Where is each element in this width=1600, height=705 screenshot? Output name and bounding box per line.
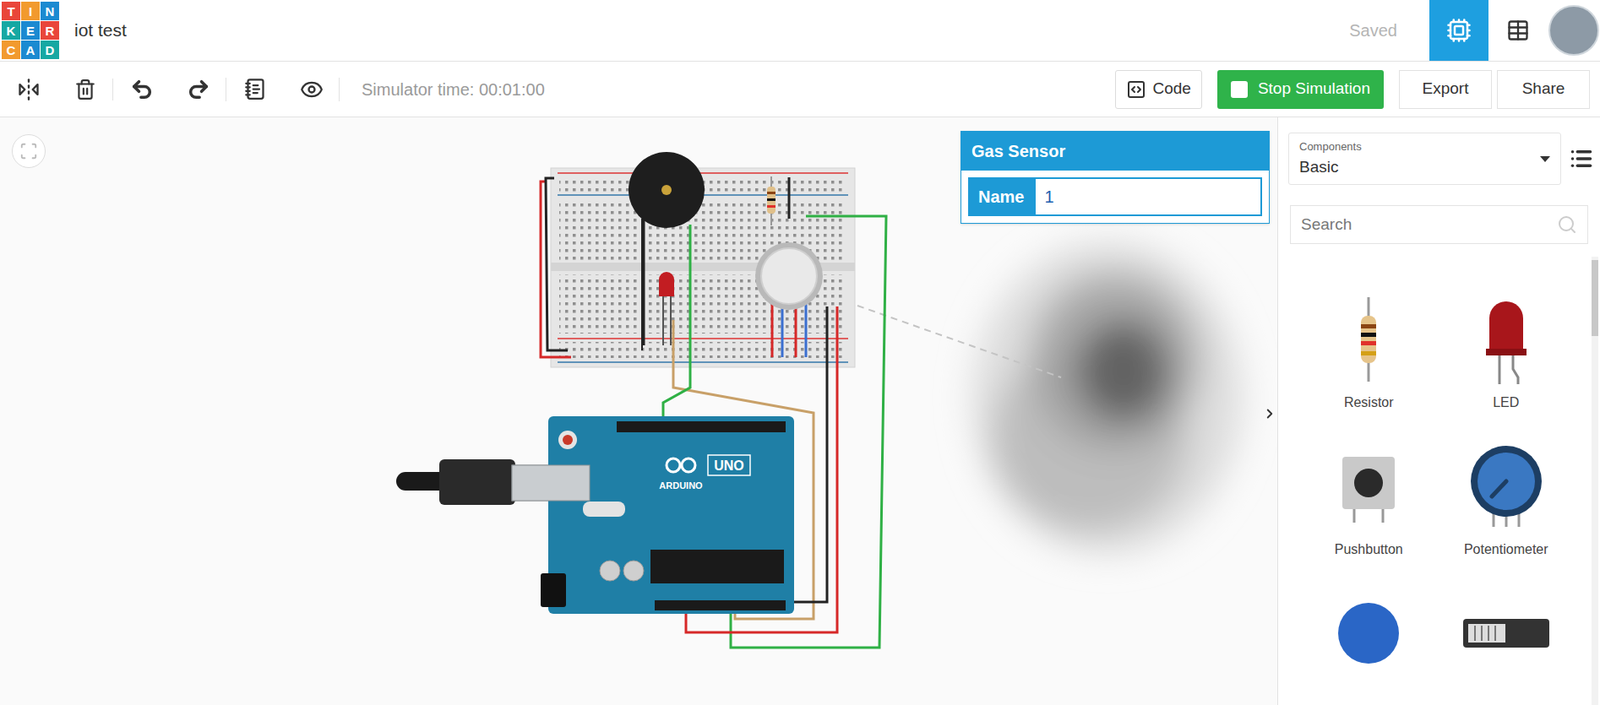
delete-button[interactable] xyxy=(57,78,114,101)
resistor-icon xyxy=(1351,297,1386,382)
component-grid: Resistor LED Pushbutton Potentiometer xyxy=(1278,289,1600,684)
component-item[interactable]: Potentiometer xyxy=(1437,436,1576,561)
component-label: Resistor xyxy=(1344,392,1394,414)
components-panel: ComponentsBasic Search Resistor LED Pushbutt… xyxy=(1277,117,1600,705)
component-label: LED xyxy=(1492,392,1519,414)
smoke-cloud xyxy=(972,241,1243,555)
svg-text:UNO: UNO xyxy=(713,458,745,474)
pushbutton-icon xyxy=(1338,448,1399,525)
fit-view-icon xyxy=(19,141,39,161)
circuit-icon xyxy=(1446,17,1472,44)
undo-button[interactable] xyxy=(113,77,171,102)
code-icon xyxy=(1126,79,1147,100)
gas-sensor xyxy=(755,242,823,358)
toolbar-button[interactable]: Share xyxy=(1496,70,1590,109)
project-title[interactable]: iot test xyxy=(74,16,127,44)
notes-icon xyxy=(244,77,267,101)
component-item[interactable]: LED xyxy=(1437,289,1576,414)
field-input[interactable]: 1 xyxy=(1034,177,1263,217)
notes-button[interactable] xyxy=(226,77,284,101)
inspector-panel: Gas SensorName1 xyxy=(960,130,1270,224)
svg-text:ARDUINO: ARDUINO xyxy=(658,480,703,491)
rotate-icon xyxy=(16,77,41,102)
select-value: Basic xyxy=(1299,155,1541,180)
slide-switch-icon xyxy=(1459,612,1553,655)
search-icon xyxy=(1556,214,1578,235)
logo[interactable]: TINKERCAD xyxy=(1,1,60,60)
canvas[interactable]: ARDUINOUNOGas SensorName1 xyxy=(0,117,1278,705)
redo-button[interactable] xyxy=(170,77,227,102)
component-item[interactable]: Pushbutton xyxy=(1300,436,1438,561)
undo-icon xyxy=(130,77,154,102)
simulator-time: Simulator time: 00:01:00 xyxy=(361,76,545,103)
stop-icon xyxy=(1230,81,1248,98)
table-icon xyxy=(1506,18,1530,43)
led-icon xyxy=(1480,293,1532,387)
inspector-field: Name1 xyxy=(961,170,1269,224)
trash-icon xyxy=(74,78,97,101)
led xyxy=(658,272,675,346)
capacitor-icon xyxy=(1334,599,1403,668)
caret-icon xyxy=(1540,156,1551,163)
category-select[interactable]: ComponentsBasic xyxy=(1288,132,1562,186)
field-label: Name xyxy=(968,177,1035,217)
list-view-icon[interactable] xyxy=(1569,146,1594,171)
usb-cable xyxy=(396,459,590,506)
tinkercad-window: TINKERCAD iot test Saved Simulator time: 00… xyxy=(0,0,1600,705)
rotate-button[interactable] xyxy=(0,77,58,102)
inspector-title: Gas Sensor xyxy=(961,131,1269,171)
component-label: Pushbutton xyxy=(1334,539,1404,561)
chevron-right-icon xyxy=(1262,404,1278,424)
scrollbar[interactable] xyxy=(1591,256,1599,705)
avatar[interactable] xyxy=(1547,0,1600,61)
view-button[interactable] xyxy=(1488,0,1548,61)
select-caption: Components xyxy=(1299,138,1541,156)
search-field[interactable]: Search xyxy=(1289,205,1589,245)
buzzer xyxy=(628,152,705,229)
save-status: Saved xyxy=(1349,17,1398,44)
top-bar: TINKERCAD iot test Saved xyxy=(0,0,1600,62)
panel-toggle[interactable] xyxy=(1262,401,1278,427)
toolbar-button[interactable]: Export xyxy=(1398,70,1492,109)
eye-icon xyxy=(299,77,324,102)
simulation-button[interactable]: Stop Simulation xyxy=(1217,70,1384,109)
arduino-board: ARDUINO UNO xyxy=(511,416,795,615)
code-button[interactable]: Code xyxy=(1115,70,1203,109)
view-button[interactable] xyxy=(1429,0,1489,61)
component-item[interactable] xyxy=(1300,583,1438,684)
visibility-button[interactable] xyxy=(283,77,340,102)
component-label: Potentiometer xyxy=(1463,539,1549,561)
resistor xyxy=(767,176,776,226)
component-item[interactable] xyxy=(1437,583,1576,684)
redo-icon xyxy=(186,77,211,102)
toolbar: Simulator time: 00:01:00 Code Stop Simulat… xyxy=(0,61,1600,118)
component-item[interactable]: Resistor xyxy=(1300,289,1438,414)
potentiometer-icon xyxy=(1468,444,1545,529)
fit-view-button[interactable] xyxy=(11,134,46,169)
